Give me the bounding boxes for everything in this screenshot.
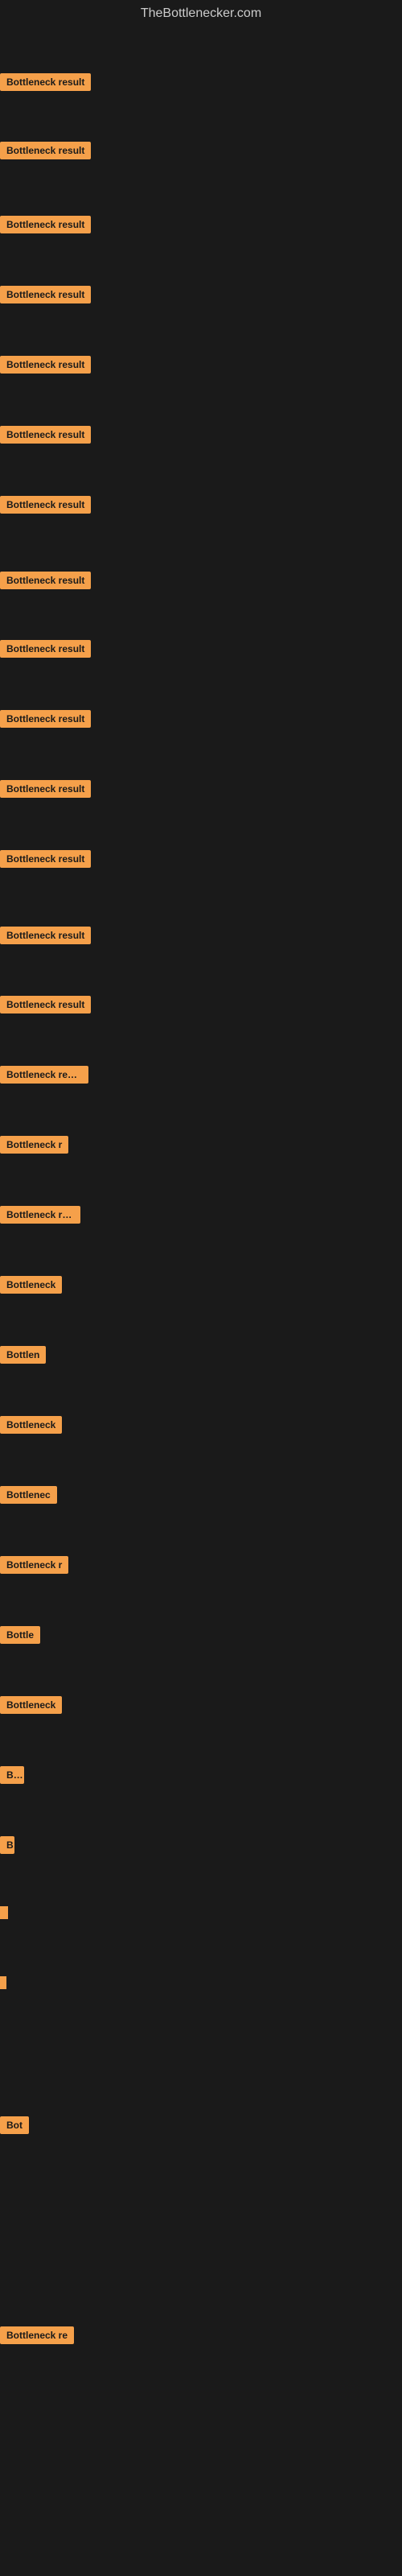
bottleneck-badge: Bo [0,1766,24,1784]
bottleneck-result-item: Bot [0,2116,29,2138]
bottleneck-badge: Bottleneck result [0,286,91,303]
bottleneck-result-item: Bottleneck result [0,286,91,308]
bottleneck-bar [0,1976,6,1989]
bottleneck-badge: Bottleneck result [0,216,91,233]
bottleneck-badge: Bottleneck result [0,356,91,374]
bottleneck-badge: Bottleneck [0,1696,62,1714]
bottleneck-result-item: B [0,1836,14,1858]
bottleneck-badge: Bottleneck result [0,73,91,91]
bottleneck-result-item: Bottleneck result [0,710,91,732]
bottleneck-result-item: Bottleneck resu [0,1206,80,1228]
site-title: TheBottlenecker.com [0,0,402,27]
bottleneck-badge: Bottleneck result [0,850,91,868]
bottleneck-result-item: Bottleneck result [0,426,91,448]
bottleneck-badge: Bottleneck result [0,496,91,514]
bottleneck-result-item: Bottleneck r [0,1556,68,1578]
bottleneck-result-item: Bottlenec [0,1486,57,1508]
bottleneck-badge: Bot [0,2116,29,2134]
bottleneck-badge: Bottleneck re [0,2326,74,2344]
bottleneck-badge: Bottleneck result [0,710,91,728]
bottleneck-result-item: Bottleneck result [0,996,91,1018]
bottleneck-result-item: Bottleneck re [0,2326,74,2348]
bottleneck-badge: B [0,1836,14,1854]
bottleneck-result-item: Bo [0,1766,24,1788]
bottleneck-badge: Bottleneck result [0,927,91,944]
bottleneck-result-item: Bottleneck result [0,572,91,593]
bottleneck-badge: Bottleneck [0,1416,62,1434]
bottleneck-badge: Bottleneck resu [0,1206,80,1224]
bottleneck-badge: Bottle [0,1626,40,1644]
bottleneck-result-item: Bottleneck [0,1416,62,1438]
bottleneck-badge: Bottlenec [0,1486,57,1504]
bottleneck-badge: Bottleneck result [0,780,91,798]
bottleneck-bar [0,1906,8,1919]
bottleneck-badge: Bottleneck result [0,572,91,589]
bottleneck-badge: Bottleneck r [0,1556,68,1574]
bottleneck-badge: Bottleneck r [0,1136,68,1154]
bottleneck-badge: Bottleneck [0,1276,62,1294]
bottleneck-badge: Bottleneck result [0,640,91,658]
bottleneck-badge: Bottleneck result [0,142,91,159]
bottleneck-result-item: Bottleneck result [0,927,91,948]
bottleneck-result-item: Bottleneck result [0,356,91,378]
bottleneck-result-item: Bottlen [0,1346,46,1368]
bottleneck-result-item: Bottleneck result [0,142,91,163]
bottleneck-badge: Bottlen [0,1346,46,1364]
bottleneck-badge: Bottleneck result [0,996,91,1013]
bottleneck-result-item: Bottleneck [0,1696,62,1718]
bottleneck-result-item: Bottleneck result [0,780,91,802]
bottleneck-result-item [0,1906,8,1919]
bottleneck-result-item: Bottleneck result [0,1066,88,1088]
bottleneck-result-item: Bottleneck result [0,73,91,95]
bottleneck-badge: Bottleneck result [0,426,91,444]
bottleneck-result-item: Bottle [0,1626,40,1648]
bottleneck-result-item: Bottleneck [0,1276,62,1298]
bottleneck-result-item [0,1976,6,1989]
bottleneck-result-item: Bottleneck result [0,496,91,518]
bottleneck-result-item: Bottleneck result [0,216,91,237]
bottleneck-badge: Bottleneck result [0,1066,88,1084]
bottleneck-result-item: Bottleneck result [0,850,91,872]
bottleneck-result-item: Bottleneck r [0,1136,68,1158]
bottleneck-result-item: Bottleneck result [0,640,91,662]
